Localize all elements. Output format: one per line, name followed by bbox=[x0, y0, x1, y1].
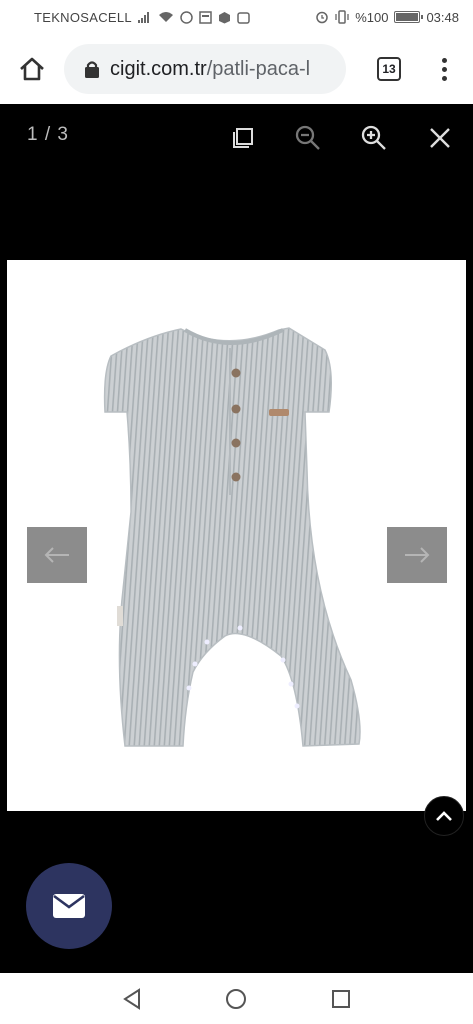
system-navigation-bar bbox=[0, 973, 473, 1024]
vibrate-icon bbox=[335, 10, 349, 24]
zoom-in-icon bbox=[361, 125, 386, 150]
zoom-out-button[interactable] bbox=[288, 118, 328, 158]
close-icon bbox=[430, 128, 450, 148]
app-icon bbox=[237, 11, 250, 24]
zoom-out-icon bbox=[295, 125, 320, 150]
home-system-button[interactable] bbox=[216, 979, 256, 1019]
address-bar[interactable]: cigit.com.tr/patli-paca-l bbox=[64, 44, 346, 94]
clock: 03:48 bbox=[426, 9, 459, 25]
tab-count: 13 bbox=[377, 57, 401, 81]
alarm-icon bbox=[316, 11, 328, 24]
signal-icon bbox=[137, 11, 152, 23]
next-image-button[interactable] bbox=[387, 527, 447, 583]
home-circle-icon bbox=[226, 988, 247, 1009]
url-host: cigit.com.tr bbox=[110, 57, 207, 80]
arrow-right-icon bbox=[405, 547, 430, 563]
whatsapp-icon bbox=[180, 10, 193, 24]
status-bar: TEKNOSACELL %100 03:48 bbox=[0, 0, 473, 34]
contact-mail-button[interactable] bbox=[26, 863, 112, 949]
status-left: TEKNOSACELL bbox=[34, 10, 250, 25]
close-button[interactable] bbox=[420, 118, 460, 158]
arrow-left-icon bbox=[44, 547, 69, 563]
recents-square-icon bbox=[331, 989, 350, 1008]
lock-icon bbox=[85, 61, 99, 78]
chevron-up-icon bbox=[436, 811, 452, 821]
gallery-icon bbox=[199, 10, 212, 24]
menu-dot bbox=[441, 66, 447, 72]
carrier-name: TEKNOSACELL bbox=[34, 9, 132, 25]
scroll-to-top-button[interactable] bbox=[424, 796, 464, 836]
image-counter: 1 / 3 bbox=[27, 124, 69, 145]
back-button[interactable] bbox=[112, 979, 152, 1019]
status-right: %100 03:48 bbox=[315, 10, 459, 25]
box-icon bbox=[218, 11, 230, 23]
recents-button[interactable] bbox=[321, 979, 361, 1019]
menu-dot bbox=[441, 57, 447, 63]
fullscreen-button[interactable] bbox=[223, 118, 263, 158]
mail-icon bbox=[53, 894, 85, 918]
tab-switcher-button[interactable]: 13 bbox=[354, 34, 424, 104]
url-text: cigit.com.tr/patli-paca-l bbox=[110, 58, 310, 81]
previous-image-button[interactable] bbox=[27, 527, 87, 583]
menu-dot bbox=[441, 75, 447, 81]
url-path: /patli-paca-l bbox=[206, 57, 311, 80]
battery-percent: %100 bbox=[355, 9, 389, 25]
browser-toolbar: cigit.com.tr/patli-paca-l 13 bbox=[0, 34, 473, 104]
wifi-icon bbox=[158, 12, 173, 22]
image-lightbox: 1 / 3 bbox=[0, 104, 473, 973]
back-triangle-icon bbox=[123, 987, 141, 1010]
overflow-menu-button[interactable] bbox=[424, 34, 464, 104]
product-image[interactable] bbox=[7, 260, 466, 811]
zoom-in-button[interactable] bbox=[354, 118, 394, 158]
fullscreen-icon bbox=[233, 128, 253, 148]
battery-icon bbox=[394, 11, 424, 23]
home-button[interactable] bbox=[0, 34, 64, 104]
home-icon bbox=[20, 57, 44, 81]
